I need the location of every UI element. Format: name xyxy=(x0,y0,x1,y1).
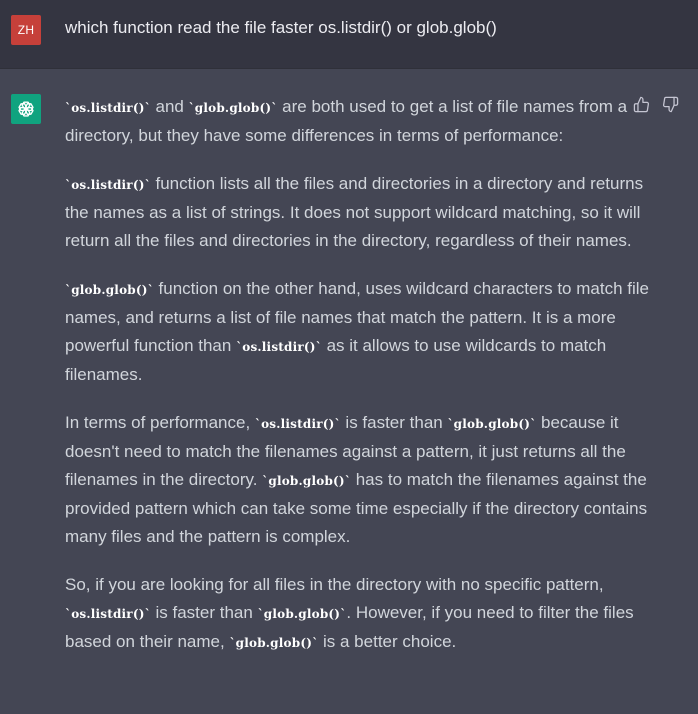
inline-code: `glob.glob()` xyxy=(257,607,347,621)
inline-code: `glob.glob()` xyxy=(447,417,537,431)
inline-code: `os.listdir()` xyxy=(65,101,151,115)
assistant-message-row: `os.listdir()` and `glob.glob()` are bot… xyxy=(0,69,698,714)
answer-paragraph: In terms of performance, `os.listdir()` … xyxy=(65,409,655,551)
answer-paragraph: `glob.glob()` function on the other hand… xyxy=(65,275,655,389)
answer-paragraph: So, if you are looking for all files in … xyxy=(65,571,655,657)
thumbs-down-icon xyxy=(662,96,678,112)
thumbs-down-button[interactable] xyxy=(661,95,679,113)
text-run: function lists all the files and directo… xyxy=(65,174,644,250)
assistant-message-body: `os.listdir()` and `glob.glob()` are bot… xyxy=(65,93,655,677)
inline-code: `glob.glob()` xyxy=(188,101,278,115)
inline-code: `os.listdir()` xyxy=(236,340,322,354)
text-run: is a better choice. xyxy=(318,632,457,651)
text-run: is faster than xyxy=(150,603,258,622)
text-run: is faster than xyxy=(340,413,448,432)
user-message-text: which function read the file faster os.l… xyxy=(65,18,497,37)
user-avatar: ZH xyxy=(11,15,41,45)
inline-code: `os.listdir()` xyxy=(65,178,151,192)
answer-paragraph: `os.listdir()` and `glob.glob()` are bot… xyxy=(65,93,655,150)
text-run: So, if you are looking for all files in … xyxy=(65,575,604,594)
inline-code: `os.listdir()` xyxy=(254,417,341,431)
inline-code: `glob.glob()` xyxy=(229,636,319,650)
assistant-avatar xyxy=(11,94,41,124)
text-run: In terms of performance, xyxy=(65,413,255,432)
inline-code: `os.listdir()` xyxy=(65,607,151,621)
text-run: and xyxy=(150,97,189,116)
user-message-row: ZH which function read the file faster o… xyxy=(0,0,698,69)
inline-code: `glob.glob()` xyxy=(65,283,154,297)
answer-paragraph: `os.listdir()` function lists all the fi… xyxy=(65,170,655,255)
openai-logo-icon xyxy=(18,101,34,117)
inline-code: `glob.glob()` xyxy=(262,474,351,488)
